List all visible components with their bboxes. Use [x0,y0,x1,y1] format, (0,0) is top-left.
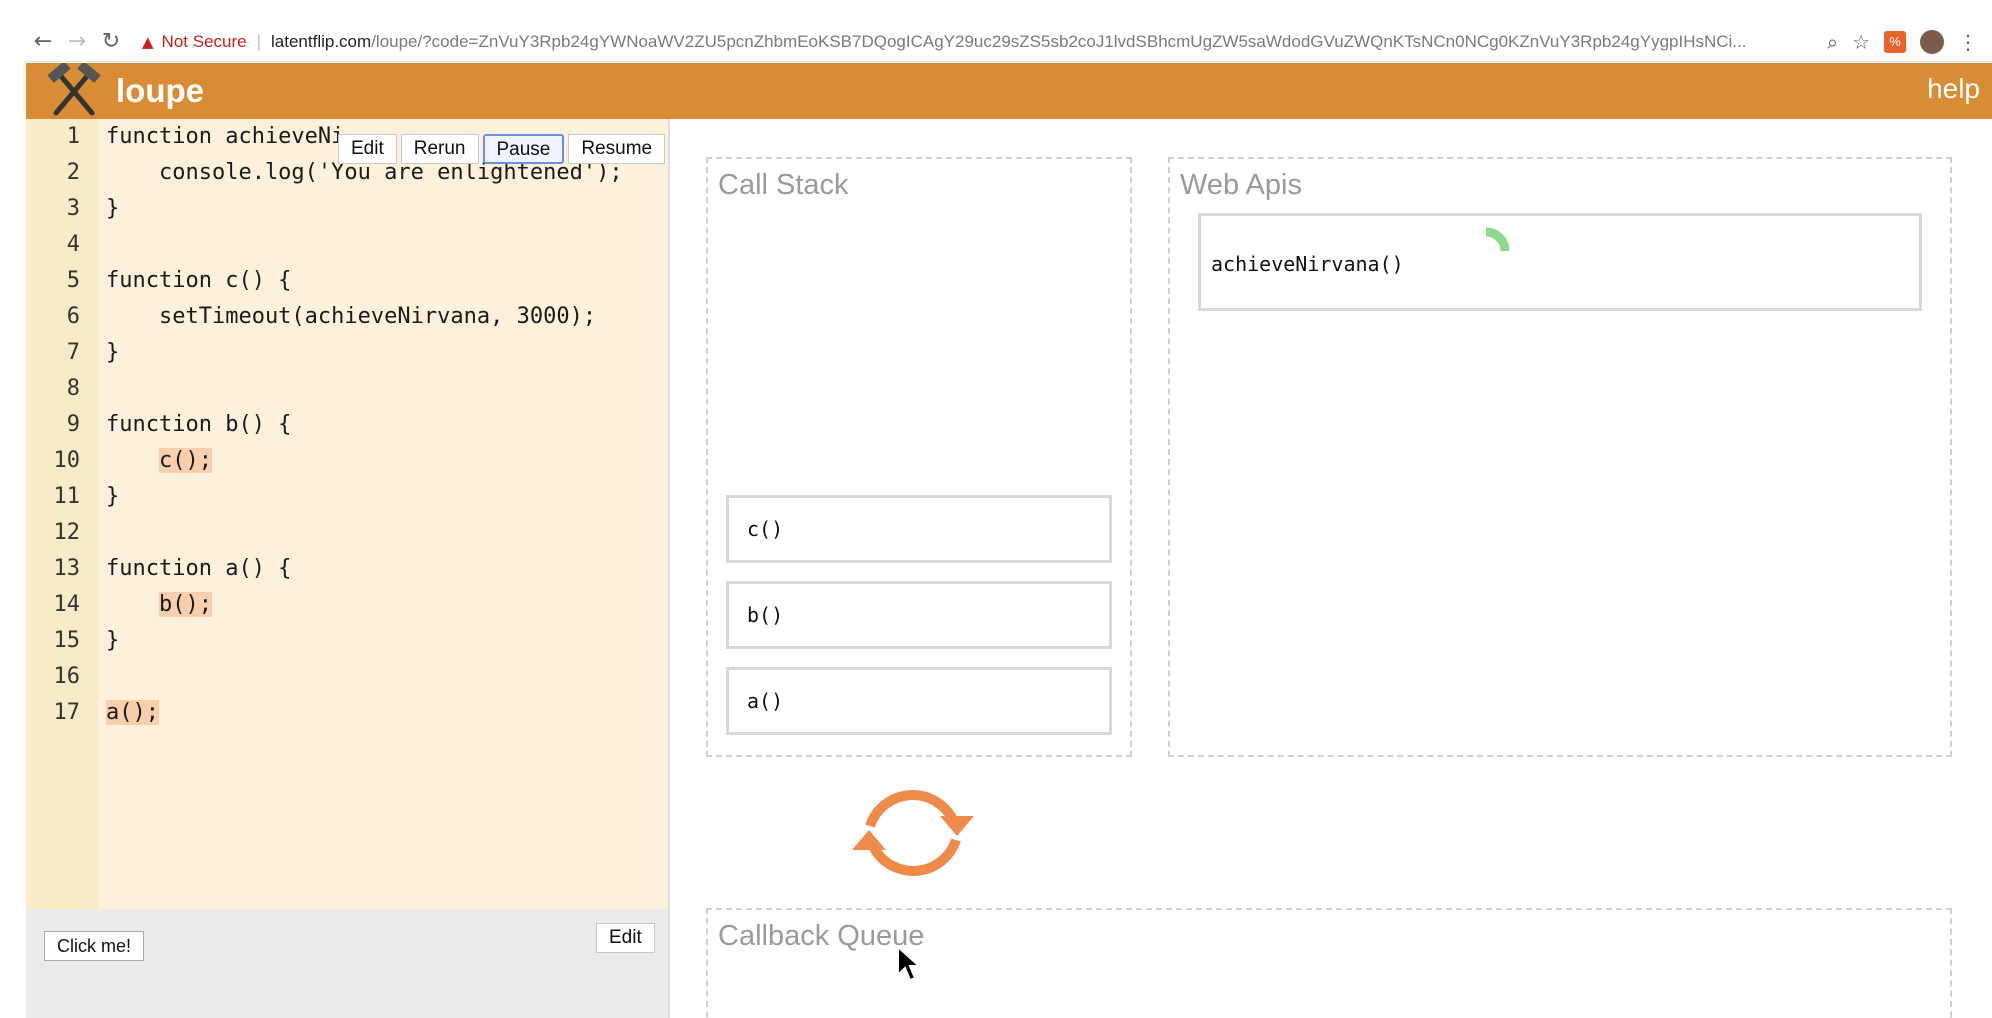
rerun-button[interactable]: Rerun [400,134,479,164]
code-line: 10 c(); [26,443,668,479]
line-number: 3 [66,196,80,221]
code-text: c(); [106,443,212,479]
code-text: function c() { [106,268,292,293]
profile-avatar[interactable] [1920,29,1944,54]
call-stack-panel: Call Stack c() b() a() [706,157,1132,757]
web-apis-panel: Web Apis achieveNirvana() [1168,157,1952,757]
web-api-item-label: achieveNirvana() [1211,252,1404,276]
line-number: 16 [53,664,81,689]
line-number: 2 [66,160,80,185]
line-number: 5 [66,268,80,293]
callback-queue-title: Callback Queue [718,920,925,952]
code-line: 13 function a() { [26,551,668,587]
app-title[interactable]: loupe [116,72,204,110]
line-number: 10 [53,448,81,473]
menu-icon[interactable]: ⋮ [1958,30,1978,54]
line-number: 17 [53,700,81,725]
code-text: function achieveNi [106,124,345,149]
editor-toolbar: Edit Rerun Pause Resume [338,134,666,164]
security-label: Not Secure [161,31,247,51]
code-line: 17 a(); [26,695,668,731]
edit-html-button[interactable]: Edit [596,923,655,953]
address-separator: | [256,31,262,51]
click-me-button[interactable]: Click me! [44,931,145,961]
line-number: 1 [66,124,80,149]
line-number: 8 [66,376,80,401]
star-icon[interactable]: ☆ [1852,30,1870,54]
app-header: loupe help [26,61,1992,119]
forward-arrow-icon[interactable]: → [60,29,94,54]
code-text: } [106,196,120,221]
code-editor[interactable]: 1 function achieveNi 2 console.log('You ar… [26,119,668,909]
highlighted-code: b(); [158,592,212,617]
code-line: 6 setTimeout(achieveNirvana, 3000); [26,299,668,335]
line-number: 15 [53,628,81,653]
stack-frame: b() [726,581,1112,649]
warning-icon: ▲ [142,32,154,51]
pause-button[interactable]: Pause [482,134,565,164]
mouse-cursor-icon [897,945,922,982]
web-api-item: achieveNirvana() [1198,213,1922,311]
code-line: 14 b(); [26,587,668,623]
extension-icon[interactable]: % [1884,30,1906,53]
address-bar[interactable]: ▲ Not Secure | latentflip.com /loupe/?co… [136,27,1817,57]
timer-spinner-icon [1485,227,1510,252]
code-text: a(); [106,695,159,731]
line-number: 6 [66,304,80,329]
stack-frame: a() [726,667,1112,735]
url-domain: latentflip.com [271,31,372,51]
browser-actions: ⌕ ☆ % ⋮ [1817,29,1992,54]
event-loop-icon [852,790,974,876]
code-line: 11} [26,479,668,515]
html-preview: Click me! Edit [26,909,668,1018]
pane-divider[interactable] [668,119,670,1018]
code-text: } [106,340,120,365]
code-line: 16 [26,659,668,695]
code-text: function a() { [106,556,292,581]
code-line: 7} [26,335,668,371]
help-link[interactable]: help [1927,73,1980,105]
back-arrow-icon[interactable]: ← [26,29,60,54]
callback-queue-panel: Callback Queue [706,908,1952,1018]
zoom-icon[interactable]: ⌕ [1827,30,1838,54]
code-text: } [106,628,120,653]
line-number: 7 [66,340,80,365]
line-number: 4 [66,232,80,257]
hammers-logo-icon [44,61,104,119]
resume-button[interactable]: Resume [568,134,666,164]
highlighted-code: c(); [158,448,212,473]
code-text: } [106,484,120,509]
reload-icon[interactable]: ↻ [94,29,128,54]
code-line: 5 function c() { [26,263,668,299]
url-path: /loupe/?code=ZnVuY3Rpb24gYWNoaWV2ZU5pcnZ… [371,31,1747,51]
line-number: 13 [53,556,81,581]
code-line: 8 [26,371,668,407]
browser-toolbar: ← → ↻ ▲ Not Secure | latentflip.com /lou… [26,22,1992,62]
code-line: 12 [26,515,668,551]
line-number: 12 [53,520,81,545]
highlighted-code: a(); [106,700,159,725]
line-number: 14 [53,592,81,617]
web-apis-title: Web Apis [1180,169,1302,201]
stack-frame: c() [726,495,1112,563]
code-text: function b() { [106,412,292,437]
code-line: 3} [26,191,668,227]
code-line: 4 [26,227,668,263]
code-line: 9 function b() { [26,407,668,443]
call-stack-title: Call Stack [718,169,849,201]
code-text: b(); [106,587,212,623]
code-line: 15} [26,623,668,659]
code-text: setTimeout(achieveNirvana, 3000); [106,304,597,329]
edit-button[interactable]: Edit [338,134,397,164]
line-number: 11 [53,484,81,509]
line-number: 9 [66,412,80,437]
